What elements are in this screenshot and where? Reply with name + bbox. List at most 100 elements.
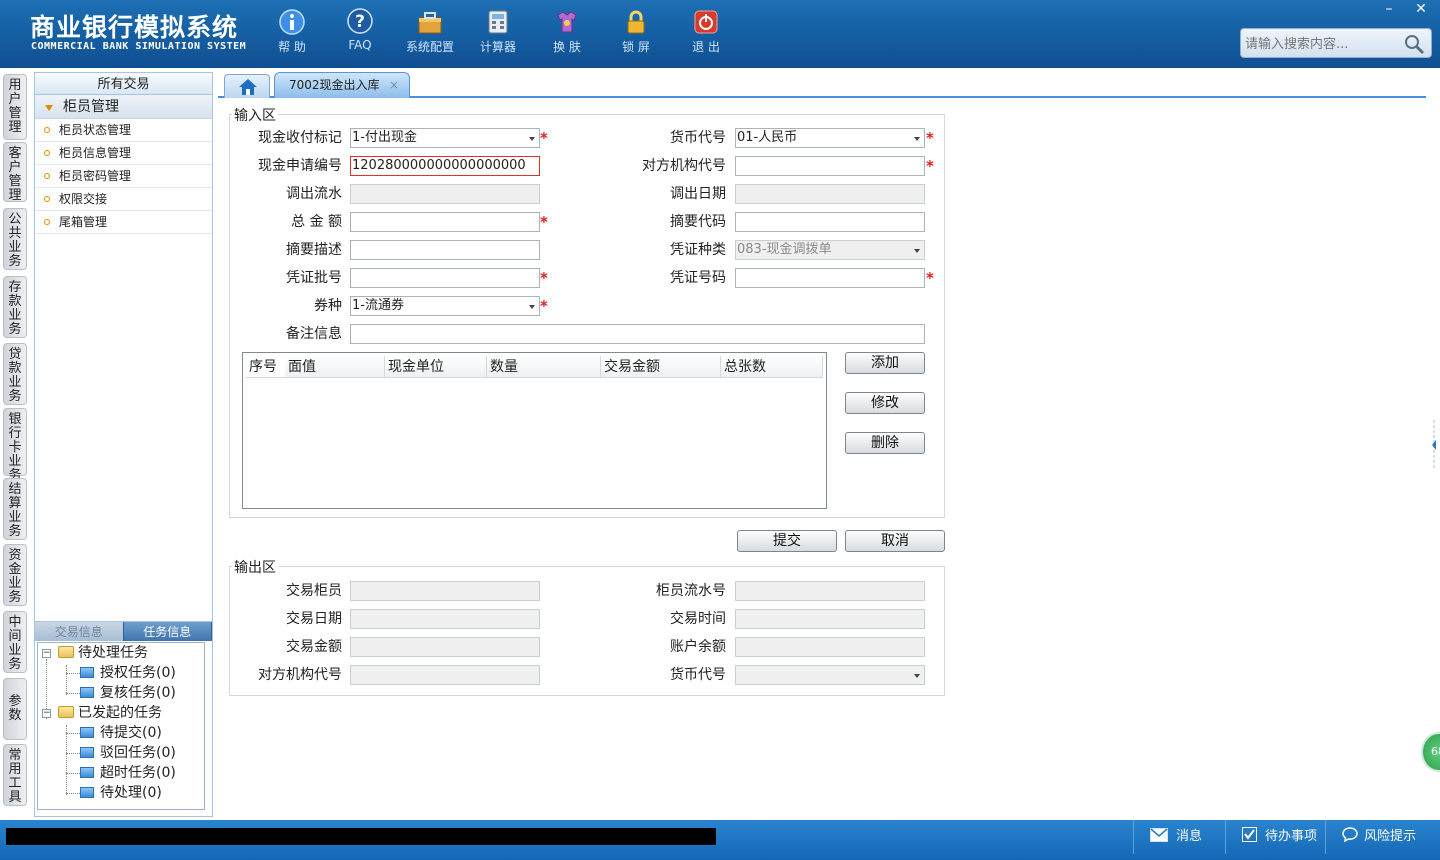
exit-button[interactable]: 退 出 bbox=[676, 8, 736, 64]
item-icon bbox=[80, 687, 94, 698]
label-voucher-type: 凭证种类 bbox=[670, 242, 726, 258]
vtab-card-business[interactable]: 银行卡业务 bbox=[3, 408, 27, 483]
column-header[interactable]: 面值 bbox=[285, 356, 385, 378]
faq-button[interactable]: ? FAQ bbox=[330, 8, 390, 64]
label-voucher-no: 凭证号码 bbox=[670, 270, 726, 286]
bullet-icon bbox=[44, 173, 50, 179]
summary-code-input[interactable] bbox=[735, 212, 925, 232]
summary-desc-input[interactable] bbox=[350, 240, 540, 260]
label-peer-org: 对方机构代号 bbox=[642, 158, 726, 174]
tree-review-tasks[interactable]: 复核任务(0) bbox=[80, 683, 176, 703]
vtab-loan-business[interactable]: 贷款业务 bbox=[3, 343, 27, 405]
help-button[interactable]: 帮 助 bbox=[262, 8, 322, 64]
balance-output bbox=[735, 637, 925, 657]
column-header[interactable]: 现金单位 bbox=[385, 356, 487, 378]
submit-button[interactable]: 提交 bbox=[737, 530, 837, 552]
vtab-fund-business[interactable]: 资金业务 bbox=[3, 544, 27, 606]
calculator-button[interactable]: 计算器 bbox=[468, 8, 528, 64]
required-mark: * bbox=[540, 213, 548, 231]
tree-to-submit[interactable]: 待提交(0) bbox=[80, 723, 162, 743]
skin-button[interactable]: 换 肤 bbox=[537, 8, 597, 64]
vtab-deposit-business[interactable]: 存款业务 bbox=[3, 276, 27, 338]
tab-cash-inout[interactable]: 7002现金出入库 × bbox=[274, 72, 410, 98]
close-window-button[interactable]: ✕ bbox=[1406, 0, 1436, 18]
tab-close-icon[interactable]: × bbox=[389, 73, 399, 97]
tree-timeout[interactable]: 超时任务(0) bbox=[80, 763, 176, 783]
bullet-icon bbox=[44, 127, 50, 133]
vtab-common-tools[interactable]: 常用工具 bbox=[3, 744, 27, 806]
voucher-no-input[interactable] bbox=[735, 268, 925, 288]
column-header[interactable]: 总张数 bbox=[721, 356, 823, 378]
total-amount-input[interactable] bbox=[350, 212, 540, 232]
search-icon[interactable] bbox=[1403, 33, 1425, 55]
tree-initiated-tasks[interactable]: 已发起的任务 bbox=[58, 703, 162, 723]
label-summary-code: 摘要代码 bbox=[670, 214, 726, 230]
search-input[interactable] bbox=[1245, 34, 1405, 54]
out-serial-input bbox=[350, 184, 540, 204]
item-icon bbox=[80, 767, 94, 778]
required-mark: * bbox=[926, 269, 934, 287]
tab-transaction-info[interactable]: 交易信息 bbox=[35, 622, 124, 641]
vtab-settlement-business[interactable]: 结算业务 bbox=[3, 478, 27, 540]
modify-button[interactable]: 修改 bbox=[845, 392, 925, 414]
column-header[interactable]: 交易金额 bbox=[601, 356, 721, 378]
folder-icon bbox=[58, 706, 74, 718]
search-box[interactable] bbox=[1240, 28, 1432, 58]
minimize-button[interactable]: – bbox=[1374, 0, 1404, 18]
bullet-icon bbox=[44, 150, 50, 156]
label-cash-flag: 现金收付标记 bbox=[258, 130, 342, 146]
system-config-button[interactable]: 系统配置 bbox=[400, 8, 460, 64]
voucher-batch-input[interactable] bbox=[350, 268, 540, 288]
label-out-currency: 货币代号 bbox=[670, 667, 726, 683]
bullet-icon bbox=[44, 196, 50, 202]
required-mark: * bbox=[540, 269, 548, 287]
tree-auth-tasks[interactable]: 授权任务(0) bbox=[80, 663, 176, 683]
status-message-area bbox=[6, 828, 716, 845]
menu-item-teller-info[interactable]: 柜员信息管理 bbox=[35, 142, 212, 165]
add-button[interactable]: 添加 bbox=[845, 352, 925, 374]
apply-no-input[interactable]: 120280000000000000000 bbox=[350, 156, 540, 176]
app-title: 商业银行模拟系统 bbox=[30, 13, 239, 42]
vtab-parameters[interactable]: 参数 bbox=[3, 678, 27, 740]
menu-item-cash-box[interactable]: 尾箱管理 bbox=[35, 211, 212, 234]
column-header[interactable]: 数量 bbox=[487, 356, 601, 378]
tree-rejected[interactable]: 驳回任务(0) bbox=[80, 743, 176, 763]
menu-item-permission-handover[interactable]: 权限交接 bbox=[35, 188, 212, 211]
tab-task-info[interactable]: 任务信息 bbox=[123, 622, 212, 641]
label-out-serial: 调出流水 bbox=[286, 186, 342, 202]
cash-flag-select[interactable]: 1-付出现金 bbox=[350, 128, 540, 148]
messages-button[interactable]: 消息 bbox=[1133, 820, 1225, 854]
teller-management-group[interactable]: 柜员管理 bbox=[35, 95, 212, 119]
tree-to-process[interactable]: 待处理(0) bbox=[80, 783, 162, 803]
lock-screen-button[interactable]: 锁 屏 bbox=[606, 8, 666, 64]
cancel-button[interactable]: 取消 bbox=[845, 530, 945, 552]
delete-button[interactable]: 删除 bbox=[845, 432, 925, 454]
info-icon bbox=[279, 9, 305, 35]
vtab-user-management[interactable]: 用户管理 bbox=[3, 74, 27, 140]
chevron-down-icon bbox=[914, 249, 920, 253]
vtab-public-business[interactable]: 公共业务 bbox=[3, 208, 27, 270]
vtab-intermediate-business[interactable]: 中间业务 bbox=[3, 611, 27, 673]
folder-icon bbox=[58, 646, 74, 658]
all-transactions-title[interactable]: 所有交易 bbox=[35, 73, 212, 95]
document-tabs: 7002现金出入库 × bbox=[218, 72, 1426, 98]
denomination-table[interactable]: 序号 面值 现金单位 数量 交易金额 总张数 bbox=[242, 352, 827, 509]
coupon-select[interactable]: 1-流通券 bbox=[350, 296, 540, 316]
label-apply-no: 现金申请编号 bbox=[258, 158, 342, 174]
todo-button[interactable]: 待办事项 bbox=[1225, 820, 1325, 854]
remark-input[interactable] bbox=[350, 324, 925, 344]
peer-org-input[interactable] bbox=[735, 156, 925, 176]
currency-select[interactable]: 01-人民币 bbox=[735, 128, 925, 148]
menu-item-teller-password[interactable]: 柜员密码管理 bbox=[35, 165, 212, 188]
menu-item-teller-status[interactable]: 柜员状态管理 bbox=[35, 119, 212, 142]
label-out-peer-org: 对方机构代号 bbox=[258, 667, 342, 683]
vtab-customer-management[interactable]: 客户管理 bbox=[3, 142, 27, 203]
side-collapse-handle[interactable] bbox=[1428, 420, 1440, 470]
collapse-toggle[interactable]: − bbox=[42, 709, 51, 718]
column-header[interactable]: 序号 bbox=[246, 356, 285, 378]
mail-icon bbox=[1150, 828, 1168, 842]
risk-alert-button[interactable]: 风险提示 bbox=[1325, 820, 1440, 854]
collapse-toggle[interactable]: − bbox=[42, 649, 51, 658]
tree-pending-tasks[interactable]: 待处理任务 bbox=[58, 643, 148, 663]
tab-home[interactable] bbox=[224, 74, 270, 98]
